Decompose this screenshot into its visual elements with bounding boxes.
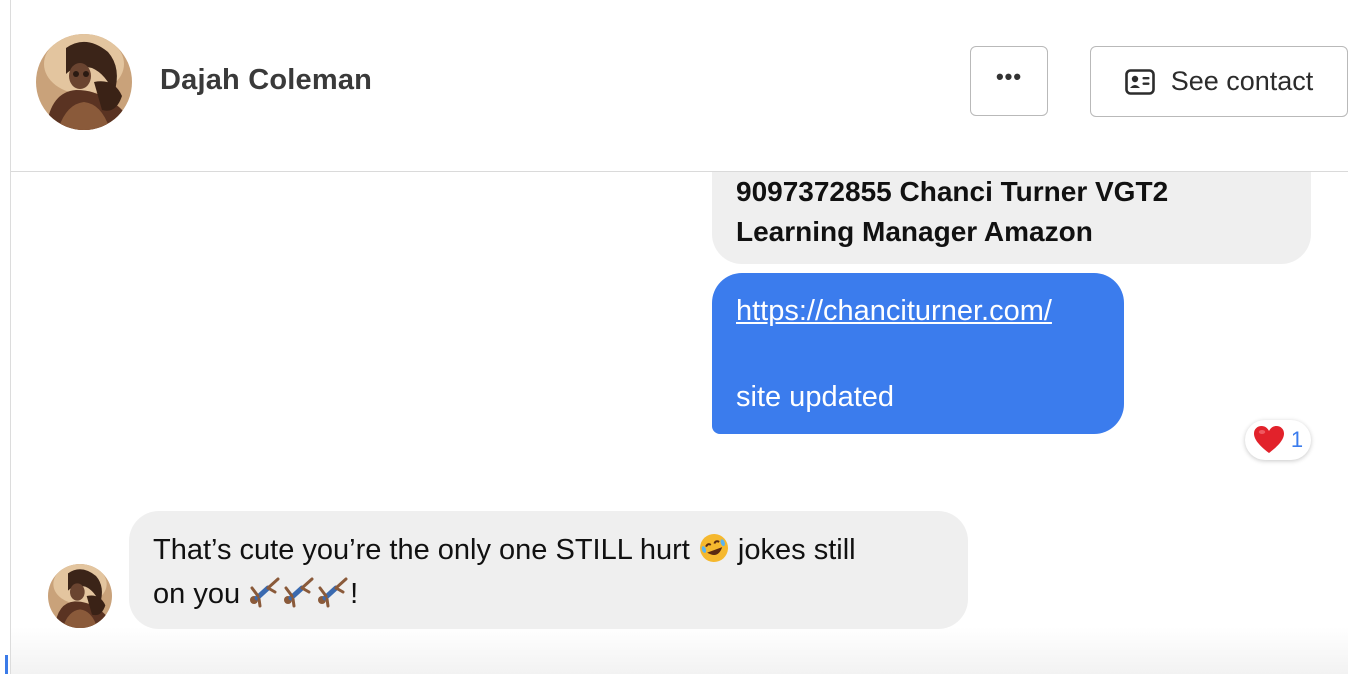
- more-dots-icon: •••: [995, 64, 1023, 89]
- more-options-button[interactable]: •••: [970, 46, 1048, 116]
- outgoing-link-bubble[interactable]: https://chanciturner.com/ site updated: [712, 273, 1124, 434]
- see-contact-button[interactable]: See contact: [1090, 46, 1348, 117]
- cartwheel-emoji-icon: [316, 576, 350, 608]
- composer-fade: [11, 627, 1348, 674]
- sender-photo-icon: [48, 564, 112, 628]
- cartwheel-emoji-icon: [248, 576, 282, 608]
- heart-icon: [1253, 425, 1285, 455]
- message-line: on you !: [153, 572, 944, 616]
- reaction-count: 1: [1290, 427, 1304, 452]
- incoming-message-bubble[interactable]: That’s cute you’re the only one STILL hu…: [129, 511, 968, 629]
- contact-avatar[interactable]: [36, 34, 132, 130]
- scroll-indicator: [5, 655, 8, 674]
- sender-avatar[interactable]: [48, 564, 112, 628]
- message-text-segment: That’s cute you’re the only one STILL hu…: [153, 534, 698, 566]
- rolling-laughing-emoji-icon: [698, 532, 730, 564]
- message-thread[interactable]: 9097372855 Chanci Turner VGT2 Learning M…: [11, 172, 1348, 674]
- contact-name: Dajah Coleman: [160, 64, 373, 96]
- conversation-header: Dajah Coleman ••• See contact: [11, 0, 1348, 172]
- message-line: That’s cute you’re the only one STILL hu…: [153, 528, 944, 572]
- see-contact-label: See contact: [1170, 66, 1314, 96]
- cartwheel-emoji-icon: [282, 576, 316, 608]
- message-text-segment: on you: [153, 578, 249, 610]
- contact-card-icon: [1124, 68, 1155, 95]
- contact-photo-icon: [36, 34, 132, 130]
- outgoing-text-bubble[interactable]: 9097372855 Chanci Turner VGT2 Learning M…: [712, 172, 1311, 264]
- message-text: site updated: [736, 381, 895, 413]
- message-link[interactable]: https://chanciturner.com/: [736, 291, 1100, 331]
- conversation-view: Dajah Coleman ••• See contact 9097372855…: [0, 0, 1348, 674]
- message-text-segment: jokes still: [729, 534, 856, 566]
- message-text-segment: !: [350, 578, 359, 610]
- reaction-badge[interactable]: 1: [1245, 420, 1311, 460]
- message-line: Learning Manager Amazon: [736, 216, 1093, 247]
- message-line: 9097372855 Chanci Turner VGT2: [736, 176, 1169, 207]
